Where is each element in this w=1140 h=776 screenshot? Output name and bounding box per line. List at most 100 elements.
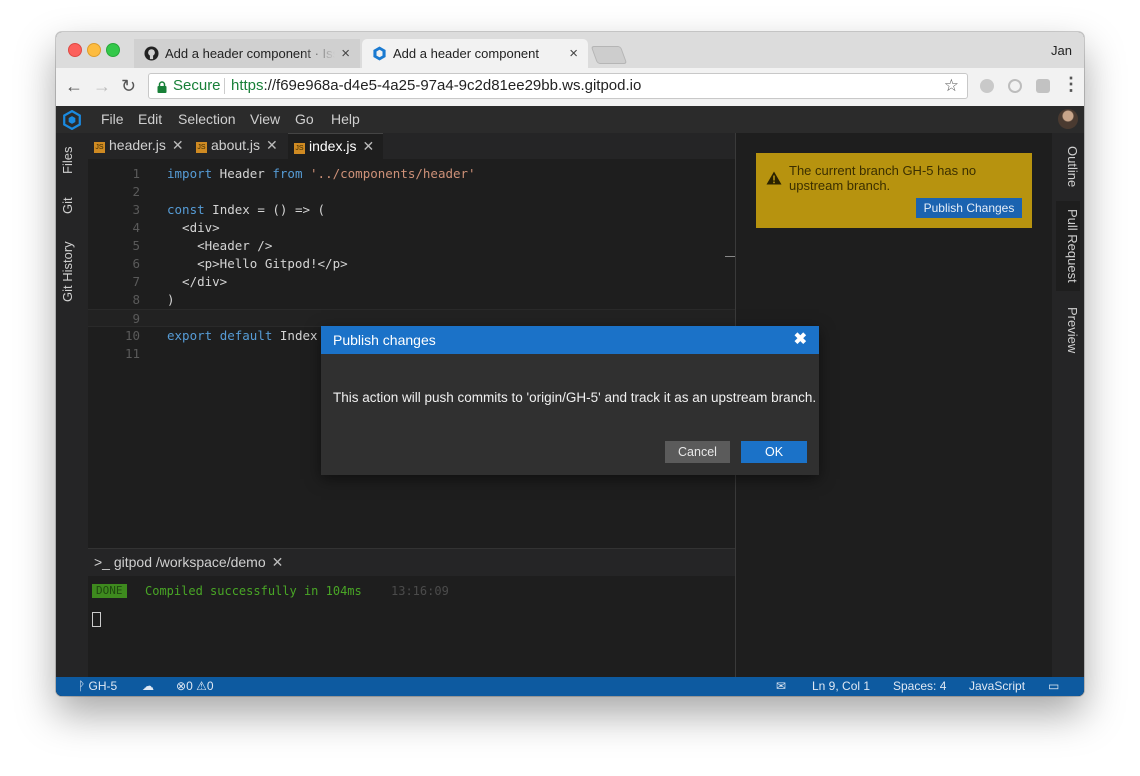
error-icon: ⊗ [176,679,187,693]
close-icon[interactable]: × [341,39,350,68]
editor-tab-index-js[interactable]: JS index.js ✕ [288,133,383,159]
menu-selection[interactable]: Selection [178,111,236,127]
browser-menu-icon[interactable]: ⋮ [1062,74,1080,95]
code-line[interactable]: 7 </div> [88,273,735,291]
editor-tab-label: header.js [109,137,166,153]
side-tab-git-history[interactable]: Git History [60,237,84,307]
code-line[interactable]: 9 [88,309,735,327]
indentation[interactable]: Spaces: 4 [893,677,946,696]
panel-toggle-icon[interactable]: ▭ [1048,677,1059,696]
browser-tab-gitpod[interactable]: Add a header component × [362,39,588,68]
editor-tab-label: index.js [309,138,357,154]
code-line[interactable]: 5 <Header /> [88,237,735,255]
browser-tab-bar: Add a header component · Issue × Add a h… [56,32,1084,69]
terminal-time: 13:16:09 [391,584,449,598]
line-number: 1 [132,166,140,181]
side-tab-files[interactable]: Files [60,143,84,177]
address-bar[interactable]: Secure https://f69e968a-d4e5-4a25-97a4-9… [148,73,968,99]
ok-button[interactable]: OK [741,441,807,463]
code-text: import Header from '../components/header… [167,165,476,183]
bookmark-star-icon[interactable]: ☆ [944,74,959,98]
menu-file[interactable]: File [101,111,124,127]
extension-drive-icon[interactable] [980,79,994,93]
chat-icon[interactable]: ✉ [776,677,786,696]
editor-tab-header-js[interactable]: JS header.js ✕ [94,133,194,159]
gitpod-logo-icon [63,110,81,130]
forward-arrow-icon[interactable]: → [93,76,111,96]
code-token: Header [212,166,273,181]
menu-go[interactable]: Go [295,111,314,127]
profile-name[interactable]: Jan [1051,43,1072,58]
side-tab-preview[interactable]: Preview [1056,301,1080,359]
branch-name: GH-5 [88,679,118,693]
cloud-upload-icon[interactable]: ☁ [142,677,154,696]
code-line[interactable]: 1 import Header from '../components/heade… [88,165,735,183]
terminal[interactable]: DONE Compiled successfully in 104ms 13:1… [88,576,735,677]
code-text: <Header /> [167,237,272,255]
git-branch-icon: ᚹ [78,679,89,693]
warning-icon [766,171,782,185]
line-number: 2 [132,184,140,199]
code-token: ) [167,292,175,307]
menu-view[interactable]: View [250,111,280,127]
code-token: <div> [167,220,220,235]
code-token: '../components/header' [310,166,476,181]
close-icon[interactable]: ✖ [794,326,807,354]
tab-title: Add a header component · Issue [165,46,335,61]
close-icon[interactable]: ✕ [266,137,278,153]
warning-text: The current branch GH-5 has no upstream … [789,163,977,193]
terminal-tab[interactable]: >_ gitpod /workspace/demo ✕ [94,554,283,571]
browser-tab-issue[interactable]: Add a header component · Issue × [134,39,360,68]
editor-tab-about-js[interactable]: JS about.js ✕ [196,133,286,159]
close-window-button[interactable] [68,43,82,57]
side-tab-outline[interactable]: Outline [1056,141,1080,193]
js-file-icon: JS [94,142,105,153]
code-line[interactable]: 8) [88,291,735,309]
dialog-title: Publish changes [333,332,436,348]
side-tab-pull-request[interactable]: Pull Request [1056,201,1080,291]
new-tab-button[interactable] [590,46,628,64]
line-number: 11 [124,346,140,361]
menu-help[interactable]: Help [331,111,360,127]
reload-icon[interactable]: ↻ [121,76,136,96]
maximize-window-button[interactable] [106,43,120,57]
close-icon[interactable]: ✕ [172,137,184,153]
code-line[interactable]: 2 [88,183,735,201]
back-arrow-icon[interactable]: ← [65,76,83,96]
code-text: const Index = () => ( [167,201,325,219]
terminal-tab-bar: >_ gitpod /workspace/demo ✕ [88,548,735,577]
code-token: default [219,328,273,343]
code-token: Index [272,328,318,343]
close-icon[interactable]: ✕ [272,554,284,570]
code-token: <p>Hello Gitpod!</p> [167,256,348,271]
language-mode[interactable]: JavaScript [969,677,1025,696]
status-bar: ᚹ GH-5 ☁ ⊗0 ⚠0 ✉ Ln 9, Col 1 Spaces: 4 J… [56,677,1084,696]
warning-icon: ⚠ [196,679,207,693]
cursor-position[interactable]: Ln 9, Col 1 [812,677,870,696]
url-separator [224,78,225,94]
extension-gitpod-icon[interactable] [1036,79,1050,93]
left-side-bar: Files Git Git History [56,133,88,677]
gitpod-icon [373,46,386,61]
code-line[interactable]: 3 const Index = () => ( [88,201,735,219]
code-line[interactable]: 6 <p>Hello Gitpod!</p> [88,255,735,273]
branch-status[interactable]: ᚹ GH-5 [78,677,117,696]
dialog-message: This action will push commits to 'origin… [333,390,817,405]
side-tab-git[interactable]: Git [60,193,84,219]
problems-status[interactable]: ⊗0 ⚠0 [176,677,214,696]
code-line[interactable]: 4 <div> [88,219,735,237]
cancel-button[interactable]: Cancel [665,441,730,463]
user-avatar[interactable] [1058,109,1078,129]
code-text: <div> [167,219,220,237]
url-text[interactable]: https://f69e968a-d4e5-4a25-97a4-9c2d81ee… [231,74,641,98]
extension-circle-icon[interactable] [1008,79,1022,93]
line-number: 7 [132,274,140,289]
close-icon[interactable]: × [569,39,578,68]
menu-edit[interactable]: Edit [138,111,162,127]
menu-bar: File Edit Selection View Go Help [56,106,1084,133]
publish-changes-button[interactable]: Publish Changes [916,198,1022,218]
js-file-icon: JS [196,142,207,153]
minimize-window-button[interactable] [87,43,101,57]
close-icon[interactable]: ✕ [362,138,374,154]
